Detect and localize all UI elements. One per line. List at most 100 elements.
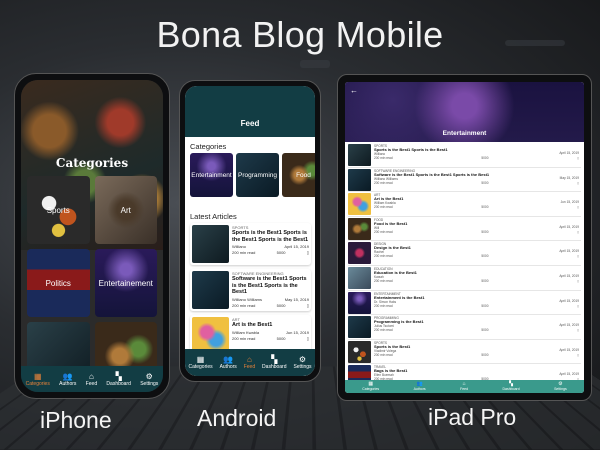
bottom-tab-bar: ▦ Categories 👥 Authors ⌂ Feed ▚ Dashboard ⚙ S… <box>345 380 584 393</box>
article-row[interactable]: PROGRAMMING Programming is the Best1 Juliu… <box>348 315 581 340</box>
article-views: 5000 <box>481 205 489 210</box>
tab-authors[interactable]: 👥 Authors <box>59 372 76 387</box>
entertainment-header-image: ← Entertainment <box>345 82 584 142</box>
article-thumbnail <box>348 266 371 289</box>
bookmark-icon[interactable]: ▯ <box>307 303 309 308</box>
tab-dashboard[interactable]: ▚ Dashboard <box>262 355 286 370</box>
category-card-entertainment[interactable]: Entertainment <box>190 153 233 197</box>
article-views: 5000 <box>481 156 489 160</box>
tab-settings[interactable]: ⚙ Settings <box>293 355 311 370</box>
iphone-device: Categories Sports Art Politics Entertain… <box>14 73 170 399</box>
category-tile-art[interactable]: Art <box>94 176 157 244</box>
category-label: Entertainement <box>98 278 153 288</box>
ipad-screen: ← Entertainment SPORTS Sports is the Best… <box>345 82 584 393</box>
article-card[interactable]: SOFTWARE ENGINEERING Software is the Bes… <box>190 269 311 311</box>
category-card-food[interactable]: Food <box>282 153 315 197</box>
article-row[interactable]: EDUCATION Education is the Best1 Kwaah Apri… <box>348 266 581 291</box>
tab-feed[interactable]: ⌂ Feed <box>244 355 255 370</box>
tab-settings[interactable]: ⚙ Settings <box>554 382 567 392</box>
article-thumbnail <box>348 217 371 240</box>
bookmark-icon[interactable]: ▯ <box>577 230 579 234</box>
article-row[interactable]: FOOD Food is the Best1 Will April 15, 2019 2… <box>348 217 581 242</box>
header-title: Entertainment <box>442 130 487 137</box>
article-row[interactable]: ENTERTAINMENT Entertainment is the Best1 D… <box>348 291 581 316</box>
tab-label: Settings <box>140 380 159 387</box>
bookmark-icon[interactable]: ▯ <box>577 353 579 357</box>
article-views: 5000 <box>481 352 489 357</box>
article-date: April 15, 2019 <box>559 298 579 303</box>
bookmark-icon[interactable]: ▯ <box>577 328 579 332</box>
home-icon: ⌂ <box>88 371 94 381</box>
categories-heading: Categories <box>190 142 227 151</box>
tab-label: Categories <box>362 387 380 391</box>
bookmark-icon[interactable]: ▯ <box>577 279 579 283</box>
bookmark-icon[interactable]: ▯ <box>307 336 309 341</box>
article-row[interactable]: SPORTS Sports is the Best1 Vladimir Volega… <box>348 340 581 365</box>
article-thumbnail <box>348 242 371 265</box>
bookmark-icon[interactable]: ▯ <box>577 205 579 209</box>
article-row[interactable]: SOFTWARE ENGINEERING Software is the Best… <box>348 168 581 193</box>
tab-label: Feed <box>460 387 469 391</box>
article-read-time: 200 min read <box>232 335 256 341</box>
tab-categories[interactable]: ▦ Categories <box>362 382 380 392</box>
article-thumbnail <box>348 193 371 216</box>
tab-dashboard[interactable]: ▚ Dashboard <box>502 382 520 392</box>
article-thumbnail <box>348 168 371 191</box>
back-arrow-icon[interactable]: ← <box>350 86 358 95</box>
category-label: Food <box>296 171 311 179</box>
bookmark-icon[interactable]: ▯ <box>307 250 309 255</box>
bookmark-icon[interactable]: ▯ <box>577 304 579 308</box>
tab-authors[interactable]: 👥 Authors <box>414 382 426 392</box>
article-card[interactable]: SPORTS Sports is the Best1 Sports is the… <box>190 223 311 265</box>
bookmark-icon[interactable]: ▯ <box>577 181 579 185</box>
article-thumbnail <box>348 144 371 166</box>
article-views: 5000 <box>481 229 489 234</box>
article-read-time: 200 min read <box>374 278 393 283</box>
tab-categories[interactable]: ▦ Categories <box>26 372 50 387</box>
article-date: May 15, 2019 <box>559 175 579 180</box>
article-read-time: 200 min read <box>374 352 393 357</box>
tab-label: Settings <box>293 364 312 370</box>
tab-settings[interactable]: ⚙ Settings <box>140 372 158 387</box>
article-author: Williano <box>232 244 247 249</box>
ipad-device: ← Entertainment SPORTS Sports is the Best… <box>337 74 592 401</box>
tab-dashboard[interactable]: ▚ Dashboard <box>106 372 130 387</box>
bookmark-icon[interactable]: ▯ <box>577 156 579 160</box>
category-tile-politics[interactable]: Politics <box>27 249 90 317</box>
tab-label: Dashboard <box>262 364 287 370</box>
article-row[interactable]: DESIGN Design is the Best1 Rachel April 15,… <box>348 241 581 266</box>
category-tile-entertainement[interactable]: Entertainement <box>94 249 157 317</box>
tab-label: Settings <box>554 387 567 391</box>
article-views: 5000 <box>481 303 489 308</box>
tab-categories[interactable]: ▦ Categories <box>188 355 212 370</box>
article-row[interactable]: ART Art is the Best1 William Kwabla Jun 15,… <box>348 192 581 217</box>
tab-feed[interactable]: ⌂ Feed <box>86 372 97 387</box>
article-read-time: 200 min read <box>374 156 393 160</box>
bookmark-icon[interactable]: ▯ <box>577 254 579 258</box>
article-read-time: 200 min read <box>374 303 393 308</box>
tab-feed[interactable]: ⌂ Feed <box>460 382 469 392</box>
article-views: 5000 <box>276 302 286 308</box>
category-tile-sports[interactable]: Sports <box>27 176 90 244</box>
app-bar-title: Feed <box>185 86 315 137</box>
category-card-programming[interactable]: Programming <box>236 153 279 197</box>
article-author: William Kwabla <box>232 329 260 335</box>
article-read-time: 200 min read <box>232 302 256 308</box>
article-date: Jun 15, 2019 <box>285 329 309 335</box>
article-read-time: 200 min read <box>232 250 256 255</box>
article-views: 5000 <box>481 278 489 283</box>
article-date: Jun 15, 2019 <box>560 200 579 205</box>
category-grid: Sports Art Politics Entertainement <box>27 176 157 390</box>
article-date: April 15, 2019 <box>559 323 579 328</box>
article-read-time: 200 min read <box>374 254 393 259</box>
tab-label: Feed <box>85 380 98 387</box>
gear-icon: ⚙ <box>145 371 153 381</box>
category-label: Entertainment <box>191 171 232 179</box>
bottom-tab-bar: ▦ Categories 👥 Authors ⌂ Feed ▚ Dashboard ⚙ S… <box>185 349 315 376</box>
article-row[interactable]: SPORTS Sports is the Best1 Sports is the … <box>348 143 581 168</box>
tab-label: Dashboard <box>502 387 520 391</box>
tab-label: Dashboard <box>106 380 131 387</box>
tab-authors[interactable]: 👥 Authors <box>220 355 237 370</box>
tab-label: Categories <box>188 364 213 370</box>
device-label-ipad: iPad Pro <box>428 404 517 430</box>
